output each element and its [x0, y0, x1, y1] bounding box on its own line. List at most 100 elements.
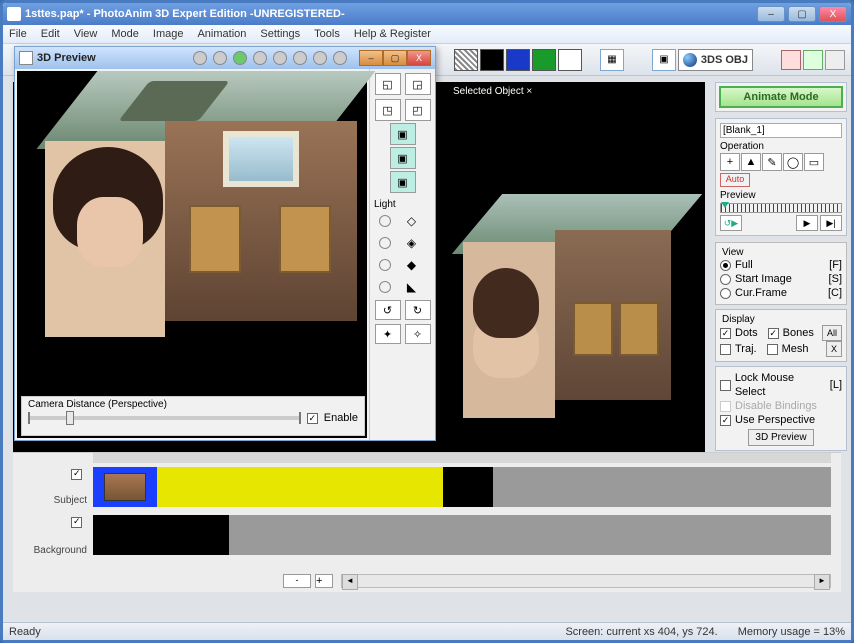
camera-enable-checkbox[interactable]: [307, 413, 318, 424]
background-black-segment[interactable]: [93, 515, 229, 555]
light-option-4[interactable]: [379, 281, 391, 293]
subject-black-segment[interactable]: [443, 467, 493, 507]
minimize-button[interactable]: –: [757, 6, 785, 22]
menu-edit[interactable]: Edit: [41, 28, 60, 40]
subject-track[interactable]: [93, 467, 831, 507]
light-rotate-right-icon[interactable]: ↻: [405, 300, 431, 320]
background-track[interactable]: [93, 515, 831, 555]
tool-a-icon[interactable]: [781, 50, 801, 70]
menu-settings[interactable]: Settings: [260, 28, 300, 40]
light-icon-2: ◈: [401, 234, 423, 252]
op-pointer-icon[interactable]: ▲: [741, 153, 761, 171]
blue-swatch-icon[interactable]: [506, 49, 530, 71]
open-3d-preview-button[interactable]: 3D Preview: [748, 429, 813, 446]
use-perspective-checkbox[interactable]: [720, 415, 731, 426]
display-all-button[interactable]: All: [822, 325, 842, 341]
titlebar[interactable]: 1sttes.pap* - PhotoAnim 3D Expert Editio…: [3, 3, 851, 25]
subject-active-segment[interactable]: [157, 467, 443, 507]
op-add-icon[interactable]: +: [720, 153, 740, 171]
menu-help[interactable]: Help & Register: [354, 28, 431, 40]
cube-face-left: [463, 242, 555, 418]
view-group: View Full[F] Start Image[S] Cur.Frame[C]: [715, 242, 847, 305]
op-lasso-icon[interactable]: ◯: [783, 153, 803, 171]
preview-max-button[interactable]: ▢: [383, 50, 407, 66]
timeline-ruler[interactable]: [93, 453, 831, 463]
preview-dot-2-icon[interactable]: [213, 51, 227, 65]
light-option-1[interactable]: [379, 215, 391, 227]
tool-b-icon[interactable]: [803, 50, 823, 70]
timeline-zoom-in-button[interactable]: +: [315, 574, 333, 588]
display-traj-checkbox[interactable]: [720, 344, 731, 355]
display-x-button[interactable]: X: [826, 341, 842, 357]
view-full-radio[interactable]: [720, 260, 731, 271]
preview-dot-6-icon[interactable]: [313, 51, 327, 65]
preview-viewport[interactable]: [17, 71, 367, 438]
display-bones-checkbox[interactable]: [768, 328, 779, 339]
globe-icon: [683, 53, 697, 67]
preview-dot-3-icon[interactable]: [253, 51, 267, 65]
status-bar: Ready Screen: current xs 404, ys 724. Me…: [3, 622, 851, 640]
cube-outline-icon[interactable]: ▣: [652, 49, 676, 71]
light-rotate-left-icon[interactable]: ↺: [375, 300, 401, 320]
timeline-horizontal-scrollbar[interactable]: [341, 574, 831, 588]
preview-dot-5-icon[interactable]: [293, 51, 307, 65]
cube-wire-3-icon[interactable]: ▣: [390, 171, 416, 193]
op-edit-icon[interactable]: ✎: [762, 153, 782, 171]
light-icon-1: ◇: [401, 212, 423, 230]
preview-dot-1-icon[interactable]: [193, 51, 207, 65]
cube-angle-4-icon[interactable]: ◰: [405, 99, 431, 121]
op-cart-icon[interactable]: ▭: [804, 153, 824, 171]
background-visible-checkbox[interactable]: [71, 517, 82, 528]
menu-file[interactable]: File: [9, 28, 27, 40]
cube-angle-1-icon[interactable]: ◱: [375, 73, 401, 95]
cube-wire-1-icon[interactable]: ▣: [390, 123, 416, 145]
threeds-obj-button[interactable]: 3DS OBJ: [678, 49, 753, 71]
tool-c-icon[interactable]: [825, 50, 845, 70]
menu-mode[interactable]: Mode: [111, 28, 139, 40]
cube-angle-3-icon[interactable]: ◳: [375, 99, 401, 121]
preview-play-icon[interactable]: [233, 51, 247, 65]
light-adjust-2-icon[interactable]: ✧: [405, 324, 431, 344]
view-startimage-radio[interactable]: [720, 274, 731, 285]
close-button[interactable]: X: [819, 6, 847, 22]
preview-titlebar[interactable]: 3D Preview – ▢ X: [15, 47, 435, 69]
menu-tools[interactable]: Tools: [314, 28, 340, 40]
light-adjust-1-icon[interactable]: ✦: [375, 324, 401, 344]
camera-distance-slider[interactable]: [28, 416, 301, 420]
light-option-3[interactable]: [379, 259, 391, 271]
black-swatch-icon[interactable]: [480, 49, 504, 71]
object-name-field[interactable]: [720, 123, 842, 138]
grid-icon[interactable]: ▦: [600, 49, 624, 71]
stage-tab-label[interactable]: Selected Object ×: [453, 86, 532, 97]
rewind-button[interactable]: ↺▶: [720, 215, 742, 231]
transparent-swatch-icon[interactable]: [454, 49, 478, 71]
view-curframe-radio[interactable]: [720, 288, 731, 299]
preview-close-button[interactable]: X: [407, 50, 431, 66]
light-option-2[interactable]: [379, 237, 391, 249]
preview-window[interactable]: 3D Preview – ▢ X: [14, 46, 436, 441]
subject-visible-checkbox[interactable]: [71, 469, 82, 480]
preview-dot-4-icon[interactable]: [273, 51, 287, 65]
preview-dot-7-icon[interactable]: [333, 51, 347, 65]
display-dots-checkbox[interactable]: [720, 328, 731, 339]
display-mesh-checkbox[interactable]: [767, 344, 778, 355]
timeline-zoom-out-button[interactable]: -: [283, 574, 311, 588]
white-swatch-icon[interactable]: [558, 49, 582, 71]
animate-mode-button[interactable]: Animate Mode: [719, 86, 843, 108]
cube-angle-2-icon[interactable]: ◲: [405, 73, 431, 95]
preview-min-button[interactable]: –: [359, 50, 383, 66]
play-button[interactable]: ▶: [796, 215, 818, 231]
green-swatch-icon[interactable]: [532, 49, 556, 71]
preview-scrub-track[interactable]: [720, 203, 842, 213]
menu-animation[interactable]: Animation: [197, 28, 246, 40]
auto-toggle[interactable]: Auto: [720, 173, 750, 187]
subject-keyframe-thumb[interactable]: [93, 467, 157, 507]
menu-image[interactable]: Image: [153, 28, 184, 40]
status-memory-label: Memory usage = 13%: [738, 626, 845, 638]
end-button[interactable]: ▶|: [820, 215, 842, 231]
cube-wire-2-icon[interactable]: ▣: [390, 147, 416, 169]
stage-object-cube[interactable]: [463, 222, 673, 432]
lock-mouse-checkbox[interactable]: [720, 380, 731, 391]
menu-view[interactable]: View: [74, 28, 98, 40]
maximize-button[interactable]: ▢: [788, 6, 816, 22]
